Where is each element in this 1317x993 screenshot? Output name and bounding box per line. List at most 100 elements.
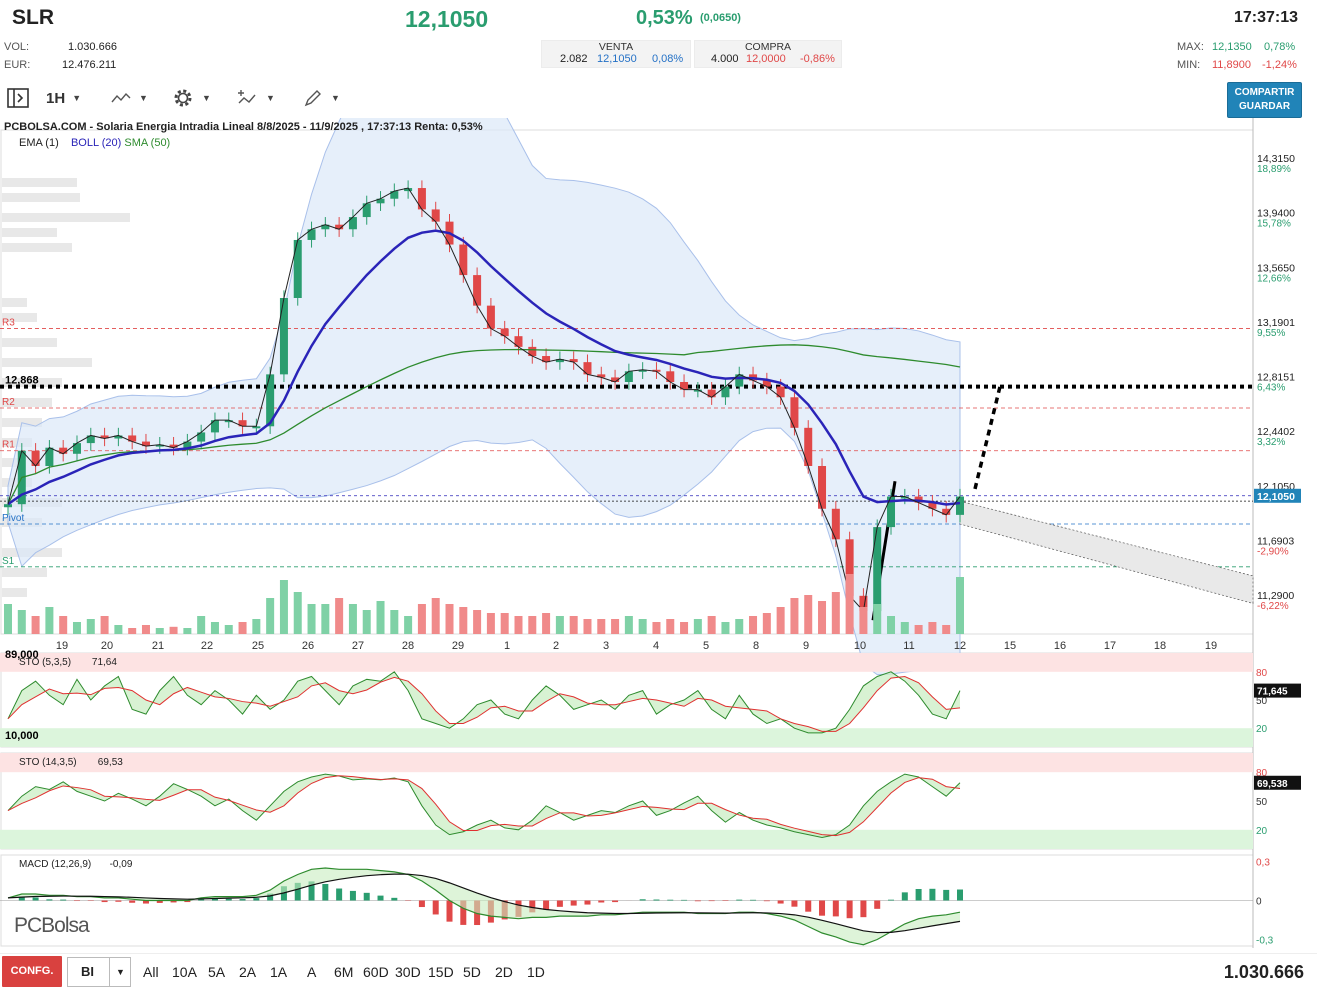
y-tick-pct: 18,89% <box>1257 164 1291 175</box>
volume-bar <box>942 625 951 634</box>
volume-bar <box>141 625 150 634</box>
save-label: GUARDAR <box>1238 101 1291 112</box>
period-2d[interactable]: 2D <box>495 964 513 980</box>
chart-area[interactable]: R3R2R1PivotS112,86814,315018,89%13,94001… <box>0 118 1317 953</box>
sto1-tick: 20 <box>1256 724 1268 735</box>
y-tick-pct: 3,32% <box>1257 437 1285 448</box>
volume-profile-bar <box>2 338 57 347</box>
volume-bar <box>197 616 206 634</box>
settings-select[interactable]: ▼ <box>171 86 211 110</box>
candle-body <box>956 496 964 515</box>
volume-max-label: 89,000 <box>5 649 39 661</box>
candle-body <box>473 275 482 306</box>
period-select[interactable]: BI ▼ <box>67 957 131 987</box>
macd-tick: 0 <box>1256 897 1262 908</box>
period-30d[interactable]: 30D <box>395 964 421 980</box>
period-2a[interactable]: 2A <box>239 964 256 980</box>
macd-histogram-bar <box>653 899 660 901</box>
volume-bar <box>928 622 937 634</box>
volume-profile-bar <box>2 228 57 237</box>
period-15d[interactable]: 15D <box>428 964 454 980</box>
volume-bar <box>914 625 923 634</box>
macd-histogram-bar <box>418 900 425 908</box>
drawing-tools-select[interactable]: ▼ <box>302 86 340 110</box>
x-tick-label: 15 <box>1004 640 1016 652</box>
x-tick-label: 16 <box>1054 640 1066 652</box>
change-absolute: (0,0650) <box>700 12 741 24</box>
volume-bar <box>721 622 730 634</box>
volume-bar <box>555 616 564 634</box>
macd-histogram-bar <box>860 900 867 918</box>
volume-bar <box>680 622 689 634</box>
volume-profile-bar <box>2 568 47 577</box>
period-10a[interactable]: 10A <box>172 964 197 980</box>
volume-bar <box>279 580 288 634</box>
sto1-value: 71,64 <box>92 657 117 668</box>
line-chart-icon <box>111 92 131 103</box>
macd-histogram-bar <box>681 899 688 901</box>
period-a[interactable]: A <box>307 964 316 980</box>
update-time: 17:37:13 <box>1233 9 1298 26</box>
period-1a[interactable]: 1A <box>270 964 287 980</box>
sto1-tick: 80 <box>1256 668 1268 679</box>
macd-histogram-bar <box>46 899 53 901</box>
volume-bar <box>956 577 964 634</box>
symbol: SLR <box>12 6 54 29</box>
macd-histogram-bar <box>32 897 39 901</box>
y-tick-pct: 15,78% <box>1257 219 1291 230</box>
toggle-panel-button[interactable] <box>6 86 30 110</box>
sell-box: VENTA 2.082 12,1050 0,08% <box>541 40 691 68</box>
sto2-value: 69,53 <box>98 757 123 768</box>
interval-label: 1H <box>46 89 66 107</box>
volume-bar <box>155 628 164 634</box>
bottom-bar <box>0 953 1317 993</box>
volume-bar <box>114 625 123 634</box>
macd-histogram-bar <box>73 900 80 902</box>
macd-histogram-bar <box>708 900 715 902</box>
volume-bar <box>31 616 40 634</box>
candle-body <box>45 447 54 466</box>
min-pct: -1,24% <box>1262 59 1297 71</box>
macd-histogram-bar <box>253 898 260 901</box>
macd-histogram-bar <box>446 900 453 922</box>
volume-bar <box>831 592 840 634</box>
chevron-down-icon: ▼ <box>266 93 275 103</box>
vol-value: 1.030.666 <box>68 41 117 53</box>
macd-histogram-bar <box>736 899 743 901</box>
volume-profile-bar <box>2 358 92 367</box>
macd-histogram-bar <box>763 900 770 902</box>
share-save-button[interactable]: COMPARTIR GUARDAR <box>1227 82 1302 118</box>
level-label-r1: R1 <box>2 440 15 451</box>
candle-body <box>293 239 302 298</box>
macd-histogram-bar <box>349 890 356 901</box>
level-label-r2: R2 <box>2 397 15 408</box>
volume-bar <box>321 604 330 634</box>
indicators-select[interactable]: ▼ <box>237 86 275 110</box>
period-6m[interactable]: 6M <box>334 964 353 980</box>
period-5a[interactable]: 5A <box>208 964 225 980</box>
volume-bar <box>790 598 799 634</box>
period-5d[interactable]: 5D <box>463 964 481 980</box>
volume-bar <box>693 619 702 634</box>
volume-bar <box>459 607 468 634</box>
volume-bar <box>210 622 219 634</box>
sell-pct: 0,08% <box>652 53 684 65</box>
interval-select[interactable]: 1H ▼ <box>46 86 81 110</box>
share-label: COMPARTIR <box>1234 87 1295 98</box>
min-label: MIN: <box>1177 59 1201 71</box>
volume-bar <box>845 574 854 634</box>
x-tick-label: 28 <box>402 640 414 652</box>
macd-tick: -0,3 <box>1256 936 1274 947</box>
period-all[interactable]: All <box>143 964 159 980</box>
macd-histogram-bar <box>791 900 798 907</box>
period-60d[interactable]: 60D <box>363 964 389 980</box>
sto1-last-tag-text: 71,645 <box>1257 687 1288 698</box>
buy-qty: 4.000 <box>711 53 739 65</box>
volume-bar <box>348 604 357 634</box>
period-1d[interactable]: 1D <box>527 964 545 980</box>
volume-bar <box>252 619 261 634</box>
config-button[interactable]: CONFG. <box>2 956 62 987</box>
chevron-down-icon: ▼ <box>202 93 211 103</box>
sto1-overbought-zone <box>0 653 1253 672</box>
chart-type-select[interactable]: ▼ <box>110 86 148 110</box>
